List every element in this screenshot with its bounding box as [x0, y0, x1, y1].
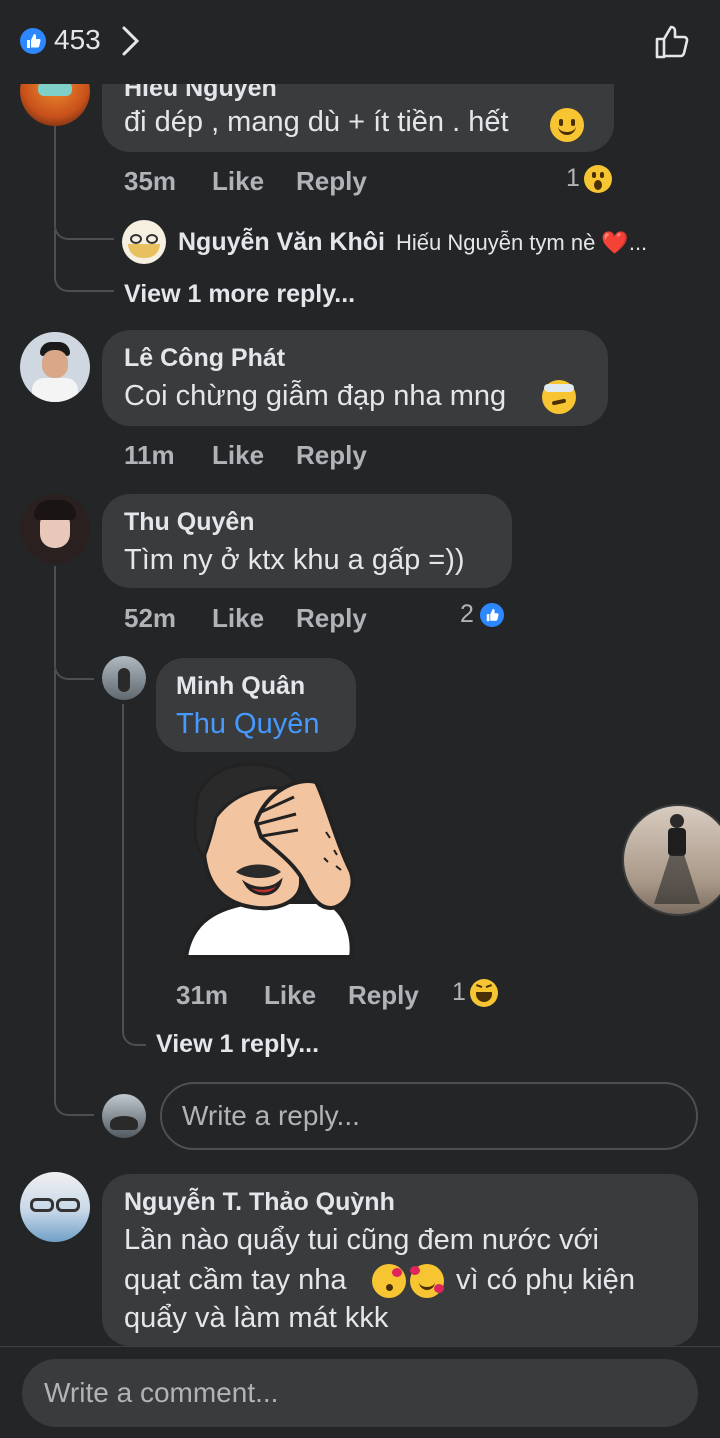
thread-line [54, 230, 114, 292]
woozy-emoji-icon [542, 380, 576, 414]
reaction-count: 1 [566, 164, 580, 192]
smiley-emoji-icon [550, 108, 584, 142]
avatar[interactable] [20, 332, 90, 402]
reaction-count: 1 [452, 978, 466, 1006]
avatar[interactable] [20, 1172, 90, 1242]
reply-link[interactable]: Reply [296, 603, 367, 634]
thread-line [54, 670, 94, 1116]
reply-author[interactable]: Nguyễn Văn Khôi [178, 228, 385, 257]
avatar[interactable] [102, 656, 146, 700]
comment-author[interactable]: Nguyễn T. Thảo Quỳnh [124, 1188, 395, 1217]
facepalm-sticker[interactable] [176, 762, 366, 962]
reply-preview-text[interactable]: Hiếu Nguyễn tym nè ❤️... [396, 230, 647, 256]
like-reaction-icon [477, 600, 506, 629]
laughing-emoji-icon [469, 978, 498, 1007]
like-link[interactable]: Like [212, 603, 264, 634]
comment-text-line1: Lần nào quẩy tui cũng đem nước với [124, 1224, 600, 1256]
reaction-summary[interactable]: 1 [452, 978, 498, 1007]
reply-input-placeholder: Write a reply... [182, 1100, 360, 1131]
comment-input[interactable]: Write a comment... [22, 1359, 698, 1427]
comment-author[interactable]: Lê Công Phát [124, 344, 285, 373]
like-button-icon[interactable] [652, 22, 692, 67]
reaction-summary[interactable]: 1 [566, 164, 612, 193]
view-more-replies[interactable]: View 1 more reply... [124, 280, 355, 309]
thread-line [122, 704, 146, 1046]
comment-input-placeholder: Write a comment... [44, 1377, 279, 1408]
reply-bubble: Minh Quân Thu Quyên [156, 658, 356, 752]
comment-text-line2-end: vì có phụ kiện [456, 1264, 635, 1296]
reply-input[interactable]: Write a reply... [160, 1082, 698, 1150]
thread-line [54, 566, 94, 680]
comment-text: Coi chừng giẫm đạp nha mng [124, 380, 507, 412]
chevron-right-icon[interactable] [120, 24, 142, 63]
like-reaction-icon [20, 28, 46, 54]
comment-text-line3: quẩy và làm mát kkk [124, 1302, 389, 1334]
reply-author[interactable]: Minh Quân [176, 672, 305, 701]
comment-text: đi dép , mang dù + ít tiền . hết [124, 106, 509, 138]
comment-text-line2: quạt cầm tay nha [124, 1264, 347, 1296]
my-avatar [102, 1094, 146, 1138]
like-link[interactable]: Like [264, 980, 316, 1011]
like-link[interactable]: Like [212, 166, 264, 197]
view-replies[interactable]: View 1 reply... [156, 1030, 319, 1059]
comment-text: Tìm ny ở ktx khu a gấp =)) [124, 544, 465, 576]
kiss-emoji-icon [372, 1264, 406, 1298]
reaction-summary[interactable]: 2 [460, 600, 506, 629]
chat-head-avatar[interactable] [622, 804, 720, 916]
reply-time: 31m [176, 980, 229, 1010]
reply-link[interactable]: Reply [296, 440, 367, 471]
mention-link[interactable]: Thu Quyên [176, 708, 319, 741]
comment-bubble: Thu Quyên Tìm ny ở ktx khu a gấp =)) [102, 494, 512, 588]
comment-author[interactable]: Thu Quyên [124, 508, 255, 537]
smiling-hearts-emoji-icon [410, 1264, 444, 1298]
comment-time: 11m [124, 440, 175, 470]
comment-bubble: Nguyễn T. Thảo Quỳnh Lần nào quẩy tui cũ… [102, 1174, 698, 1346]
like-link[interactable]: Like [212, 440, 264, 471]
top-bar: 453 [0, 0, 720, 84]
avatar[interactable] [122, 220, 166, 264]
reaction-count[interactable]: 453 [54, 24, 101, 56]
wow-emoji-icon [583, 164, 612, 193]
comment-bubble: Lê Công Phát Coi chừng giẫm đạp nha mng [102, 330, 608, 426]
comment-time: 35m [124, 166, 177, 196]
reply-link[interactable]: Reply [296, 166, 367, 197]
comment-time: 52m [124, 603, 177, 633]
reaction-count: 2 [460, 600, 474, 628]
comment-composer: Write a comment... [0, 1346, 720, 1438]
reply-link[interactable]: Reply [348, 980, 419, 1011]
avatar[interactable] [20, 494, 90, 564]
